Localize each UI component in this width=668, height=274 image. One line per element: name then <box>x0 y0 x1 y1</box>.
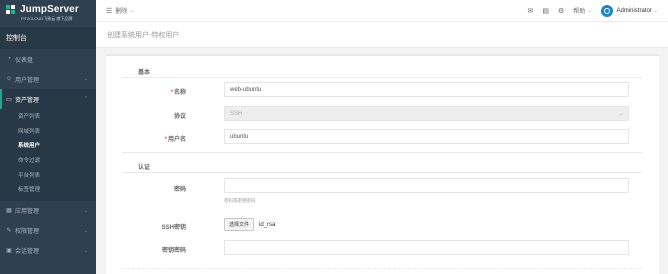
required-mark: * <box>164 137 167 143</box>
key-password-field[interactable] <box>224 240 629 255</box>
divider <box>122 172 642 173</box>
help-label: 帮助 <box>573 9 586 15</box>
sidebar-item-label: 用户管理 <box>15 77 40 84</box>
protocol-select[interactable]: SSH ⌄ <box>224 106 629 121</box>
chevron-up-icon: ⌃ <box>83 96 88 102</box>
submenu-item-command-filter[interactable]: 命令过滤 <box>0 153 96 168</box>
file-name: id_rsa <box>259 221 276 228</box>
brand: JumpServer FIT2CLOUD飞致云 旗下品牌 <box>0 0 96 27</box>
name-field[interactable]: web-ubuntu <box>224 82 629 97</box>
protocol-label: 协议 <box>173 114 186 120</box>
section-auth-title: 认证 <box>138 165 151 171</box>
sidebar-item-label: 仪表盘 <box>15 57 34 64</box>
mail-icon[interactable]: ✉ <box>527 7 533 15</box>
submenu-item-asset-list[interactable]: 资产列表 <box>0 109 96 124</box>
sidebar-console[interactable]: 控制台 <box>0 27 96 49</box>
sidebar-item-users[interactable]: ☺ 用户管理 ⌄ <box>0 69 96 89</box>
password-help-text: 密码或密钥密码 <box>224 198 256 203</box>
divider <box>122 77 642 78</box>
name-value: web-ubuntu <box>230 86 262 93</box>
topbar: ☰ 删除 ⌄ ✉ ▤ ⚙ 帮助 ⌄ Administrator ⌄ <box>96 0 668 22</box>
sidebar-item-label: 应用管理 <box>15 209 40 216</box>
help-dropdown[interactable]: 帮助 ⌄ <box>573 6 592 16</box>
avatar[interactable] <box>601 4 614 17</box>
sidebar-item-sessions[interactable]: ▣ 会话管理 ⌄ <box>0 241 96 261</box>
chevron-down-icon: ⌄ <box>130 7 135 14</box>
required-mark: * <box>170 90 173 96</box>
gear-icon[interactable]: ⚙ <box>558 7 564 15</box>
choose-file-button[interactable]: 选择文件 <box>224 218 255 231</box>
username-field[interactable]: ubuntu <box>224 129 629 144</box>
sidebar-item-permissions[interactable]: ✎ 权限管理 ⌄ <box>0 221 96 241</box>
sidebar-item-label: 资产管理 <box>15 97 40 104</box>
dashboard-icon: ◔ <box>7 56 11 62</box>
submenu-item-platform-list[interactable]: 平台列表 <box>0 167 96 182</box>
key-password-label: 密钥密码 <box>161 248 186 254</box>
brand-tagline: FIT2CLOUD飞致云 旗下品牌 <box>21 16 73 21</box>
section-basic-title: 基本 <box>138 70 151 76</box>
submenu-item-system-user[interactable]: 系统用户 <box>0 138 96 153</box>
sidebar-item-label: 权限管理 <box>15 229 40 236</box>
divider <box>122 268 642 269</box>
menu-toggle[interactable]: ☰ 删除 ⌄ <box>106 6 135 16</box>
chevron-down-icon: ⌄ <box>83 76 88 82</box>
brand-name: JumpServer <box>20 4 79 15</box>
page-title: 创建系统用户-特权用户 <box>96 22 668 48</box>
chevron-down-icon: ⌄ <box>653 7 658 14</box>
edit-icon: ✎ <box>6 228 12 235</box>
jumpserver-logo-icon <box>6 4 15 14</box>
chevron-down-icon: ⌄ <box>83 227 88 234</box>
ssh-key-label: SSH密钥 <box>161 225 186 231</box>
username-label-text: 用户名 <box>167 137 186 143</box>
password-field[interactable] <box>224 178 629 193</box>
divider <box>122 152 642 153</box>
sidebar-item-assets[interactable]: ▭ 资产管理 ⌃ <box>0 89 96 109</box>
asset-submenu: 资产列表 网域列表 系统用户 命令过滤 平台列表 标签管理 <box>0 109 96 201</box>
chevron-down-icon: ⌄ <box>587 7 592 14</box>
desktop-icon: ▣ <box>6 248 12 255</box>
terminal-icon[interactable]: ▤ <box>542 7 549 15</box>
sidebar-item-dashboard[interactable]: ◔ 仪表盘 <box>0 49 96 69</box>
sidebar: JumpServer FIT2CLOUD飞致云 旗下品牌 控制台 ◔ 仪表盘 ☺… <box>0 0 96 274</box>
ssh-key-file-input: 选择文件 id_rsa <box>224 218 275 231</box>
users-icon: ☺ <box>6 76 13 82</box>
menu-toggle-label: 删除 <box>115 9 128 15</box>
chevron-down-icon: ⌄ <box>83 247 88 254</box>
sidebar-item-applications[interactable]: ▦ 应用管理 ⌄ <box>0 201 96 221</box>
chevron-down-icon: ⌄ <box>618 110 623 117</box>
name-label-text: 名称 <box>173 90 186 96</box>
name-label: *名称 <box>106 87 186 96</box>
sidebar-item-label: 会话管理 <box>15 249 40 256</box>
protocol-value: SSH <box>230 110 243 117</box>
grid-icon: ▦ <box>6 208 12 215</box>
password-label: 密码 <box>173 187 186 193</box>
hamburger-icon: ☰ <box>106 7 113 15</box>
submenu-item-label-management[interactable]: 标签管理 <box>0 182 96 197</box>
user-name[interactable]: Administrator <box>616 8 651 14</box>
form-card: 基本 *名称 web-ubuntu 协议 SSH ⌄ *用户名 ubuntu 认… <box>106 54 659 274</box>
submenu-item-domain-list[interactable]: 网域列表 <box>0 124 96 139</box>
username-value: ubuntu <box>230 133 249 140</box>
inbox-icon: ▭ <box>6 96 12 103</box>
username-label: *用户名 <box>106 134 186 143</box>
topbar-right: ✉ ▤ ⚙ 帮助 ⌄ Administrator ⌄ <box>518 4 658 17</box>
chevron-down-icon: ⌄ <box>83 207 88 214</box>
